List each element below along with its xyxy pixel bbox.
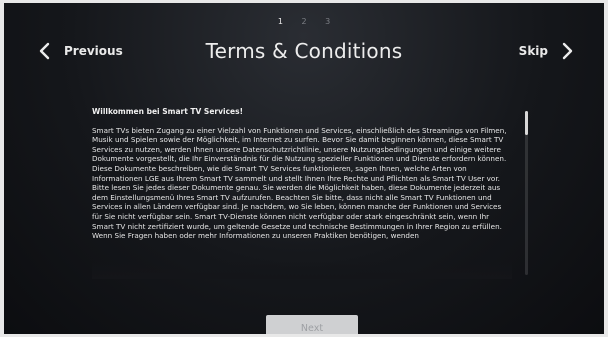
page-title: Terms & Conditions [205,39,403,63]
skip-button[interactable]: Skip [519,41,576,61]
step-1: 1 [277,17,283,26]
step-2: 2 [301,17,307,26]
terms-text-area[interactable]: Willkommen bei Smart TV Services! Smart … [92,107,512,279]
terms-body: Smart TVs bieten Zugang zu einer Vielzah… [92,125,507,241]
scrollbar-thumb[interactable] [525,111,528,135]
next-button[interactable]: Next [266,315,358,334]
step-indicator: 1 2 3 [4,17,604,26]
terms-screen: 1 2 3 Previous Terms & Conditions Skip W… [4,3,604,334]
skip-label: Skip [518,44,548,58]
chevron-right-icon [558,41,576,61]
step-3: 3 [325,17,331,26]
scrollbar[interactable] [525,111,528,275]
terms-heading: Willkommen bei Smart TV Services! [92,107,243,116]
